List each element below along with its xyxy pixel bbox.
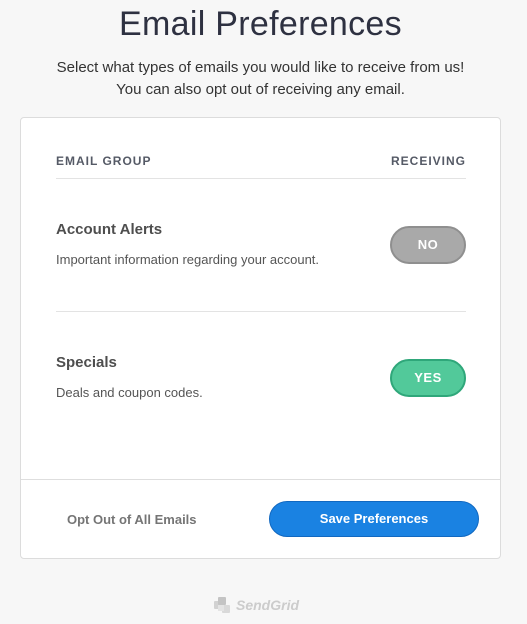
- page-title: Email Preferences: [119, 5, 402, 43]
- toggle-account-alerts[interactable]: NO: [390, 226, 466, 264]
- column-header-receiving: RECEIVING: [390, 154, 466, 168]
- row-divider: [56, 311, 466, 312]
- email-preferences-page: Email Preferences Select what types of e…: [0, 0, 527, 624]
- toggle-specials[interactable]: YES: [390, 359, 466, 397]
- header-divider: [56, 178, 466, 179]
- brand-footer: SendGrid: [212, 594, 299, 616]
- column-header-email-group: EMAIL GROUP: [56, 154, 152, 168]
- subtitle-line-1: Select what types of emails you would li…: [56, 59, 465, 76]
- brand-name: SendGrid: [236, 597, 300, 613]
- group-name-specials: Specials: [56, 354, 117, 371]
- subtitle-line-2: You can also opt out of receiving any em…: [116, 81, 405, 98]
- page-subtitle: Select what types of emails you would li…: [0, 57, 521, 101]
- footer-divider: [21, 479, 500, 480]
- group-name-account-alerts: Account Alerts: [56, 221, 163, 238]
- group-description-specials: Deals and coupon codes.: [56, 385, 203, 400]
- save-preferences-button[interactable]: Save Preferences: [269, 501, 479, 537]
- preferences-card: EMAIL GROUP RECEIVING Account Alerts Imp…: [20, 117, 501, 559]
- sendgrid-logo-icon: [214, 597, 230, 613]
- opt-out-all-link[interactable]: Opt Out of All Emails: [67, 512, 197, 527]
- group-description-account-alerts: Important information regarding your acc…: [56, 252, 320, 267]
